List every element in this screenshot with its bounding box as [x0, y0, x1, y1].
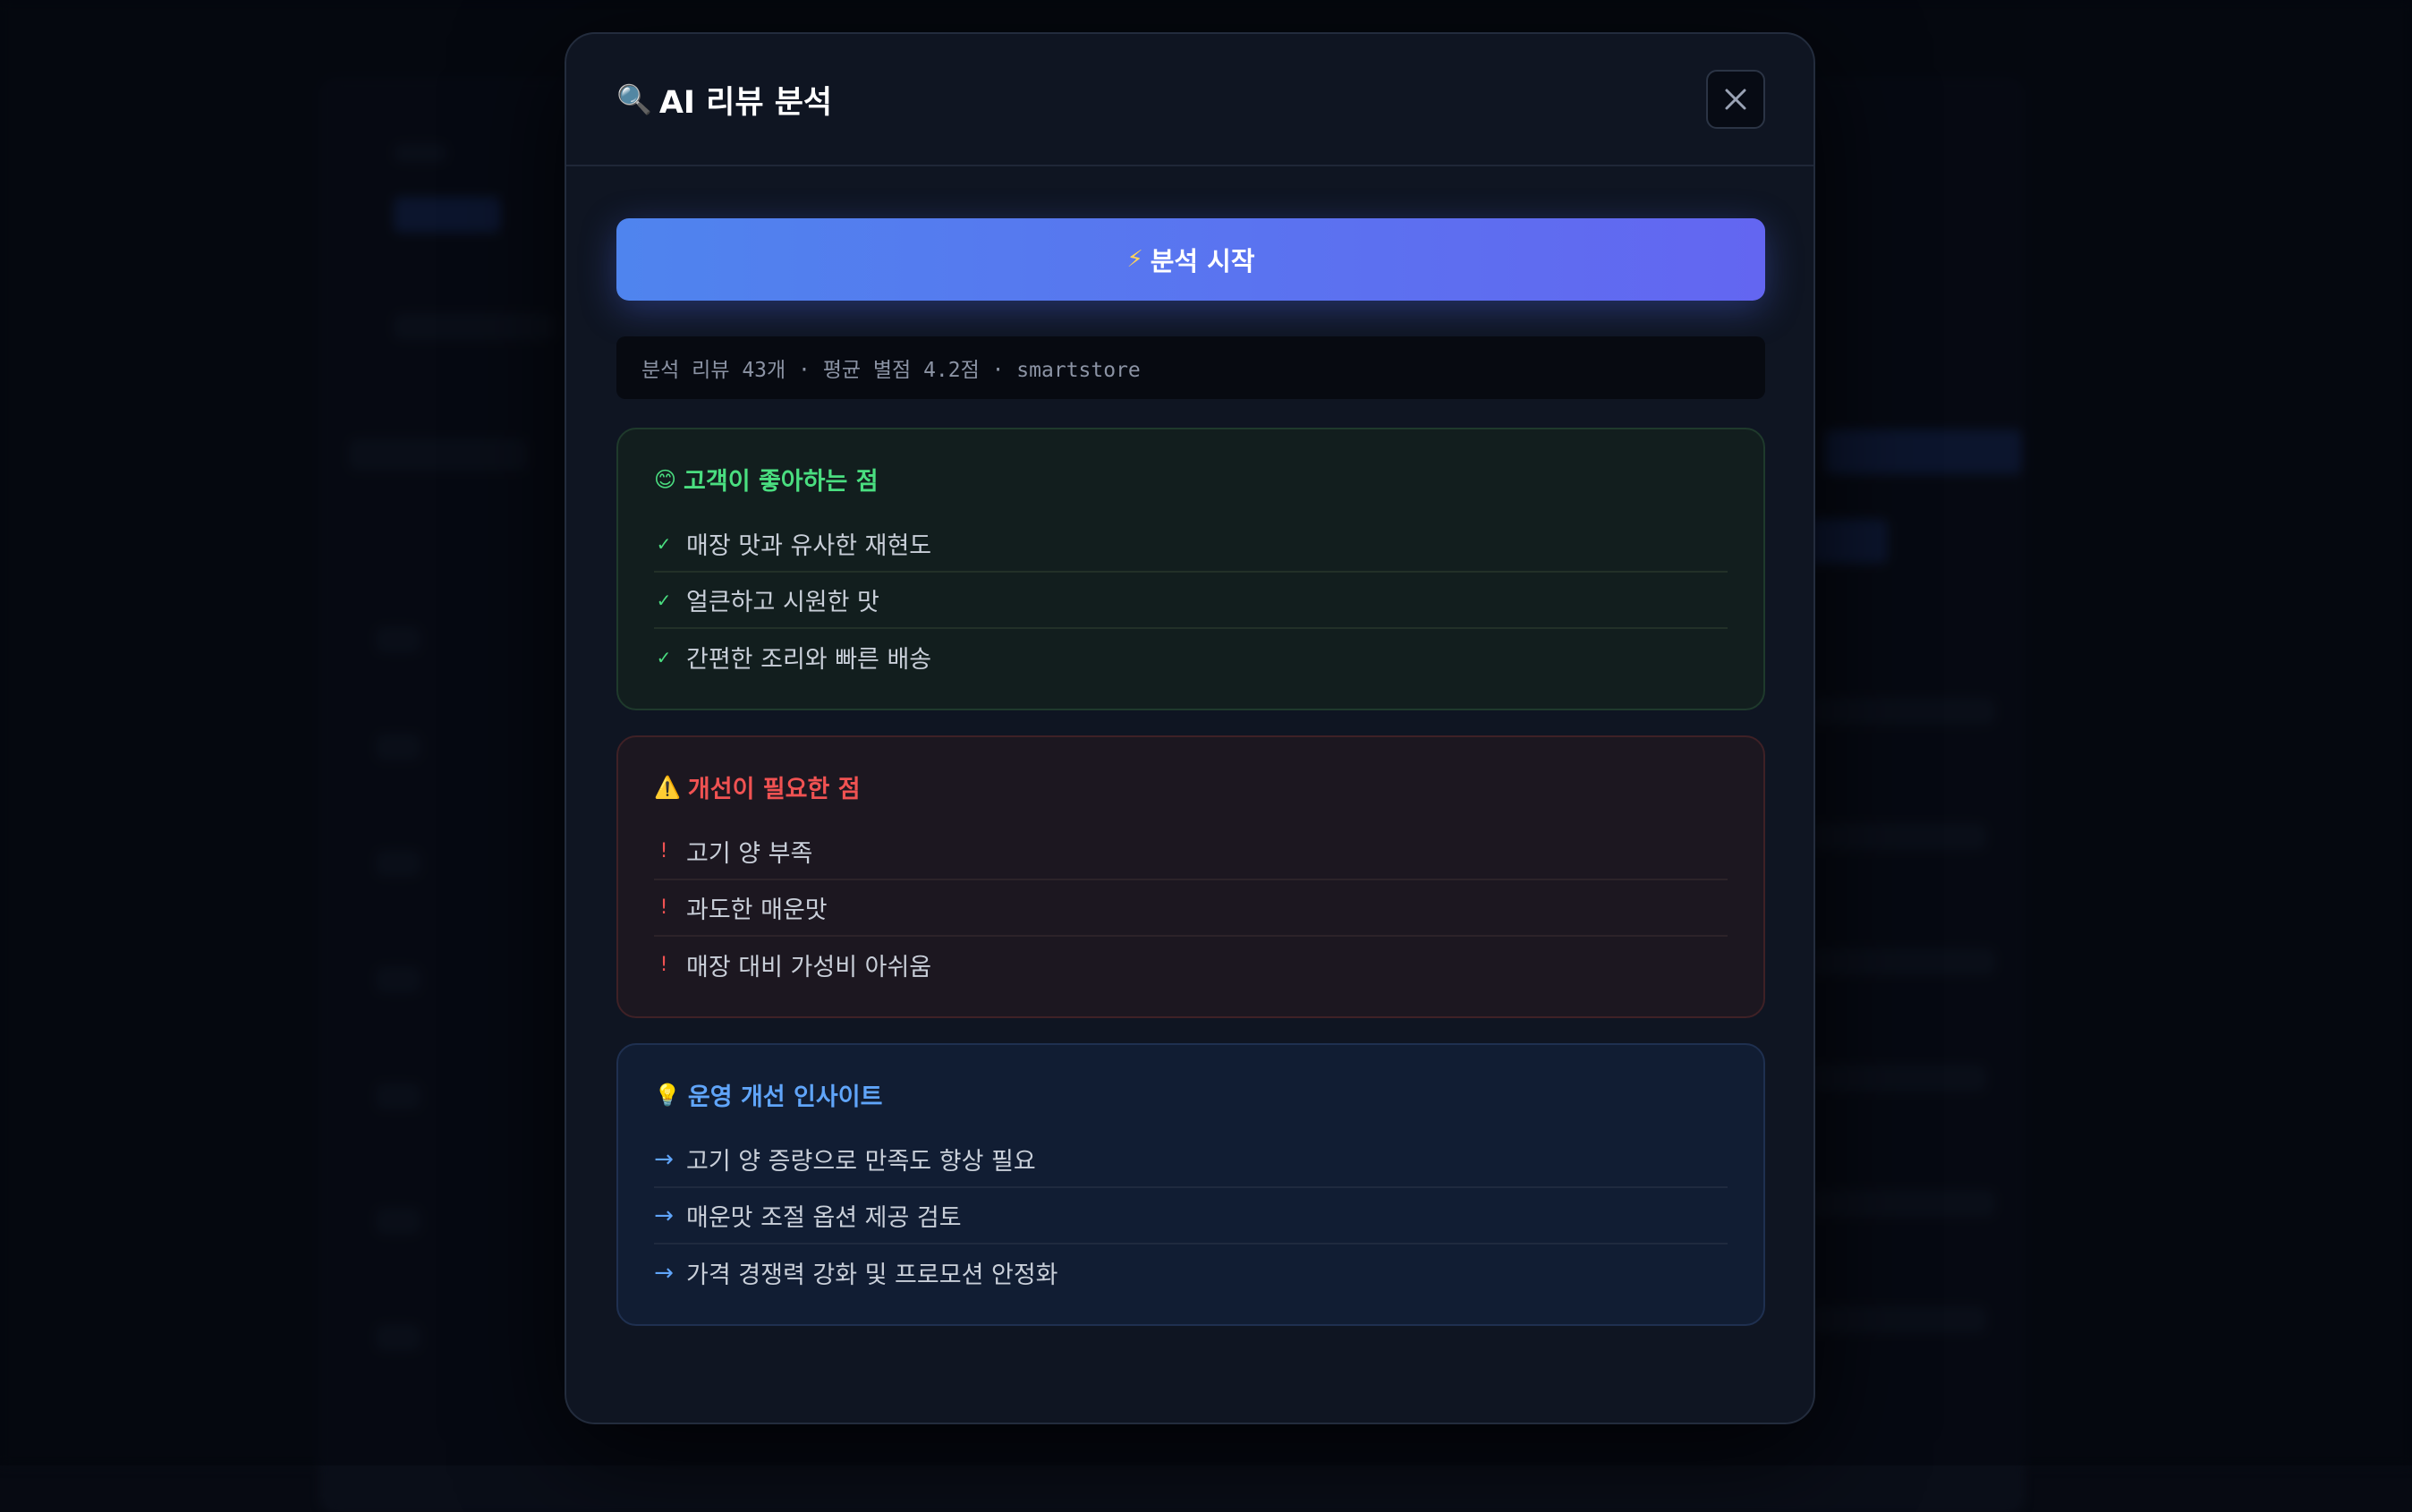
- start-analysis-button[interactable]: ⚡ 분석 시작: [616, 218, 1765, 301]
- lightbulb-icon: 💡: [654, 1083, 681, 1108]
- positive-points-title: 😊 고객이 좋아하는 점: [654, 462, 1728, 497]
- list-item: ! 고기 양 부족: [654, 824, 1728, 880]
- list-item: → 가격 경쟁력 강화 및 프로모션 안정화: [654, 1244, 1728, 1301]
- list-item: ! 매장 대비 가성비 아쉬움: [654, 937, 1728, 993]
- exclamation-icon: !: [654, 954, 674, 976]
- insights-card: 💡 운영 개선 인사이트 → 고기 양 증량으로 만족도 향상 필요 → 매운맛…: [616, 1043, 1765, 1326]
- positive-points-card: 😊 고객이 좋아하는 점 ✓ 매장 맛과 유사한 재현도 ✓ 얼큰하고 시원한 …: [616, 428, 1765, 710]
- lightning-icon: ⚡: [1126, 246, 1142, 273]
- modal-body: ⚡ 분석 시작 분석 리뷰 43개 · 평균 별점 4.2점 · smartst…: [566, 166, 1813, 1326]
- list-item-text: 매장 대비 가성비 아쉬움: [686, 947, 931, 982]
- list-item: ✓ 얼큰하고 시원한 맛: [654, 573, 1728, 629]
- list-item-text: 얼큰하고 시원한 맛: [686, 582, 879, 617]
- arrow-right-icon: →: [654, 1146, 674, 1173]
- warning-icon: ⚠️: [654, 775, 681, 800]
- list-item-text: 간편한 조리와 빠른 배송: [686, 640, 931, 675]
- modal-title: 🔍 AI 리뷰 분석: [616, 77, 832, 123]
- check-icon: ✓: [654, 533, 674, 555]
- analysis-meta-text: 분석 리뷰 43개 · 평균 별점 4.2점 · smartstore: [641, 353, 1141, 383]
- list-item-text: 매장 맛과 유사한 재현도: [686, 526, 931, 561]
- list-item: ! 과도한 매운맛: [654, 880, 1728, 937]
- list-item: ✓ 매장 맛과 유사한 재현도: [654, 516, 1728, 573]
- modal-header: 🔍 AI 리뷰 분석: [566, 34, 1813, 166]
- insights-title: 💡 운영 개선 인사이트: [654, 1077, 1728, 1112]
- close-button[interactable]: [1706, 70, 1765, 129]
- start-analysis-label: 분석 시작: [1151, 241, 1255, 278]
- list-item-text: 고기 양 부족: [686, 834, 812, 869]
- insights-title-text: 운영 개선 인사이트: [688, 1077, 883, 1112]
- list-item: ✓ 간편한 조리와 빠른 배송: [654, 629, 1728, 685]
- improvement-points-title-text: 개선이 필요한 점: [688, 769, 861, 804]
- close-icon: [1723, 87, 1748, 112]
- magnifier-icon: 🔍: [616, 82, 652, 116]
- list-item-text: 과도한 매운맛: [686, 890, 828, 925]
- improvement-points-card: ⚠️ 개선이 필요한 점 ! 고기 양 부족 ! 과도한 매운맛 ! 매장 대비…: [616, 735, 1765, 1018]
- smile-icon: 😊: [654, 467, 676, 492]
- arrow-right-icon: →: [654, 1260, 674, 1287]
- check-icon: ✓: [654, 647, 674, 668]
- exclamation-icon: !: [654, 840, 674, 862]
- list-item-text: 매운맛 조절 옵션 제공 검토: [686, 1198, 962, 1233]
- analysis-meta: 분석 리뷰 43개 · 평균 별점 4.2점 · smartstore: [616, 336, 1765, 399]
- modal-title-text: AI 리뷰 분석: [659, 77, 832, 123]
- arrow-right-icon: →: [654, 1202, 674, 1229]
- improvement-points-title: ⚠️ 개선이 필요한 점: [654, 769, 1728, 804]
- list-item: → 고기 양 증량으로 만족도 향상 필요: [654, 1132, 1728, 1188]
- list-item-text: 고기 양 증량으로 만족도 향상 필요: [686, 1142, 1036, 1176]
- list-item-text: 가격 경쟁력 강화 및 프로모션 안정화: [686, 1255, 1058, 1290]
- exclamation-icon: !: [654, 896, 674, 919]
- positive-points-title-text: 고객이 좋아하는 점: [684, 462, 879, 497]
- list-item: → 매운맛 조절 옵션 제공 검토: [654, 1188, 1728, 1244]
- check-icon: ✓: [654, 590, 674, 611]
- review-analysis-modal: 🔍 AI 리뷰 분석 ⚡ 분석 시작 분석 리뷰 43개 · 평균 별점 4.2…: [565, 32, 1815, 1424]
